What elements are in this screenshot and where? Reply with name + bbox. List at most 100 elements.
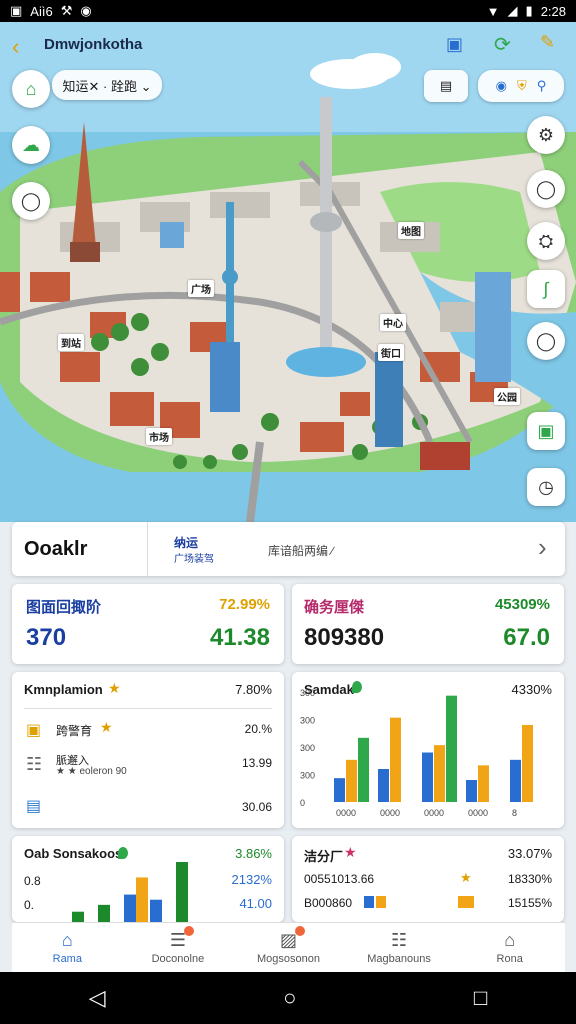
status-bar: ▣ Aiì6 ⚒ ◉ ▼ ◢ ▮ 2:28 <box>0 0 576 22</box>
back-nav-icon[interactable]: ◁ <box>89 985 106 1011</box>
panel-title: 洁分厂 <box>304 849 344 864</box>
bar <box>522 725 533 802</box>
search-card[interactable]: Ooaklr 纳运 广场装驾 库谙船两编 ∕ › <box>12 522 565 576</box>
search-icon[interactable]: ⚲ <box>537 78 547 94</box>
chat-icon[interactable]: ◯ <box>527 322 565 360</box>
legend-swatch <box>376 896 386 908</box>
bar <box>72 911 84 922</box>
stat-card-2[interactable]: 确务厘傑 45309% 809380 67.0 <box>292 584 564 664</box>
page-title: Dmwjonkotha <box>44 36 143 53</box>
row-label: 跨警育 <box>56 724 93 738</box>
nav-manage[interactable]: ☷ Magbanouns <box>344 923 455 972</box>
nav-profile[interactable]: ⌂ Rona <box>454 923 565 972</box>
notification-badge <box>183 926 194 936</box>
search-title: Ooaklr <box>12 522 148 576</box>
y-tick-label: 300 <box>300 743 315 753</box>
nav-messages[interactable]: ▨ Mogsosonon <box>233 923 344 972</box>
search-hint[interactable]: 库谙船两编 ∕ <box>268 542 333 559</box>
map-label[interactable]: 广场 <box>188 280 214 297</box>
x-tick-label: 0000 <box>468 808 488 818</box>
panel-chart-b[interactable]: Samdak 4330% 300 300 300 300 0 0000 0000 0000 00… <box>292 672 564 828</box>
map-label[interactable]: 市场 <box>146 428 172 445</box>
route-icon[interactable]: ∫ <box>527 270 565 308</box>
map-label[interactable]: 街口 <box>378 344 404 361</box>
row-value: 30.06 <box>241 800 272 814</box>
status-icon-2: ⚒ <box>60 3 73 18</box>
nav-label: Rama <box>52 953 82 965</box>
weather-icon[interactable]: ☁ <box>12 126 50 164</box>
row-value: 41.00 <box>239 896 272 911</box>
book-icon[interactable]: ▣ <box>527 412 565 450</box>
row-value: 13.99 <box>241 756 272 770</box>
nav-documents[interactable]: ☰ Doconolne <box>123 923 234 972</box>
recent-apps-icon[interactable]: □ <box>474 985 487 1011</box>
row-value: 2132% <box>231 872 272 887</box>
back-button[interactable]: ‹ <box>12 34 19 60</box>
search-sub-caption: 广场装驾 <box>174 554 214 565</box>
stat-value-secondary: 41.38 <box>209 624 270 651</box>
bar-chart: 30030030030000000 0000 0000 0000 8 <box>300 688 533 818</box>
list-icon: ☰ <box>170 926 194 951</box>
mini-bar-chart <box>72 862 188 922</box>
clock: 2:28 <box>540 3 566 19</box>
share-icon[interactable]: ▣ <box>446 34 466 54</box>
home-nav-icon[interactable]: ○ <box>283 985 296 1011</box>
map-label[interactable]: 地图 <box>398 222 424 239</box>
location-chip[interactable]: 知运✕ · 跧跑 ⌄ <box>52 70 162 100</box>
bar <box>124 894 136 922</box>
nav-label: Rona <box>496 953 523 965</box>
row-label: 00551013.66 <box>304 872 375 886</box>
home-icon: ⌂ <box>61 930 73 950</box>
panel-summary[interactable]: 洁分厂 ★ 33.07% 00551013.66 ★ 18330% B00086… <box>292 836 564 922</box>
settings-icon[interactable]: ⚙ <box>527 116 565 154</box>
y-tick-label: 300 <box>300 688 315 698</box>
panel-title: Kmnplamion <box>24 682 103 697</box>
status-text: Aiì6 <box>30 3 53 19</box>
map-label[interactable]: 公园 <box>494 388 520 405</box>
sticker-icon[interactable]: ◯ <box>527 170 565 208</box>
panel-ranking[interactable]: Kmnplamion ★ 7.80% ▣ 跨警育 ★ 20.% ☷ 脈邂入 ★ … <box>12 672 284 828</box>
edit-icon[interactable]: ✎ <box>540 32 560 52</box>
row-label: B000860 <box>304 896 353 910</box>
history-icon[interactable]: ◷ <box>527 468 565 506</box>
stat-card-1[interactable]: 图面回掫阶 72.99% 370 41.38 <box>12 584 284 664</box>
city-map[interactable]: 地图 广场 到站 街口 中心 公园 市场 ‹ Dmwjonkotha ▣ ⟳ ✎… <box>0 22 576 522</box>
settings-list-icon: ☷ <box>391 930 408 950</box>
system-nav: ◁ ○ □ <box>0 972 576 1024</box>
x-tick-label: 8 <box>512 808 517 818</box>
shield-icon[interactable]: ⛨ <box>517 78 527 94</box>
nav-home[interactable]: ⌂ Rama <box>12 923 123 972</box>
search-sub-title: 纳运 <box>174 536 199 550</box>
map-label[interactable]: 到站 <box>58 334 84 351</box>
bar <box>466 780 477 802</box>
status-icon-3: ◉ <box>80 3 92 18</box>
stack-icon[interactable]: ◯ <box>12 182 50 220</box>
axis-label: 0. <box>24 898 35 912</box>
refresh-icon[interactable]: ⟳ <box>494 32 514 56</box>
y-tick-label: 300 <box>300 771 315 781</box>
compass-icon[interactable]: ◉ <box>496 78 507 94</box>
bar <box>136 877 148 922</box>
wifi-icon: ▼ <box>486 3 500 19</box>
search-tools[interactable]: ◉ ⛨ ⚲ <box>478 70 564 102</box>
panel-pct: 7.80% <box>235 682 272 697</box>
x-tick-label: 0000 <box>336 808 356 818</box>
gear-icon[interactable]: ⛭ <box>527 222 565 260</box>
chevron-right-icon[interactable]: › <box>538 532 547 563</box>
panel-chart-c[interactable]: Oab Sonsakoos 3.86% 0.8 0. 2132% 41.00 <box>12 836 284 922</box>
battery-icon: ▮ <box>525 3 533 18</box>
layers-icon[interactable]: ▤ <box>424 70 468 102</box>
map-label[interactable]: 中心 <box>380 314 406 331</box>
bar <box>98 904 110 922</box>
stat-value: 809380 <box>304 624 385 651</box>
stat-label: 图面回掫阶 <box>26 599 102 616</box>
star-icon: ★ <box>344 844 357 860</box>
row-sub: ★ ★ eoleron 90 <box>56 766 127 777</box>
home-map-icon[interactable]: ⌂ <box>12 70 50 108</box>
star-icon: ★ <box>100 719 113 735</box>
list-icon: ▤ <box>26 798 42 815</box>
stat-label: 确务厘傑 <box>304 599 365 616</box>
bar <box>378 769 389 802</box>
nav-label: Mogsosonon <box>256 953 320 965</box>
x-tick-label: 0000 <box>424 808 444 818</box>
